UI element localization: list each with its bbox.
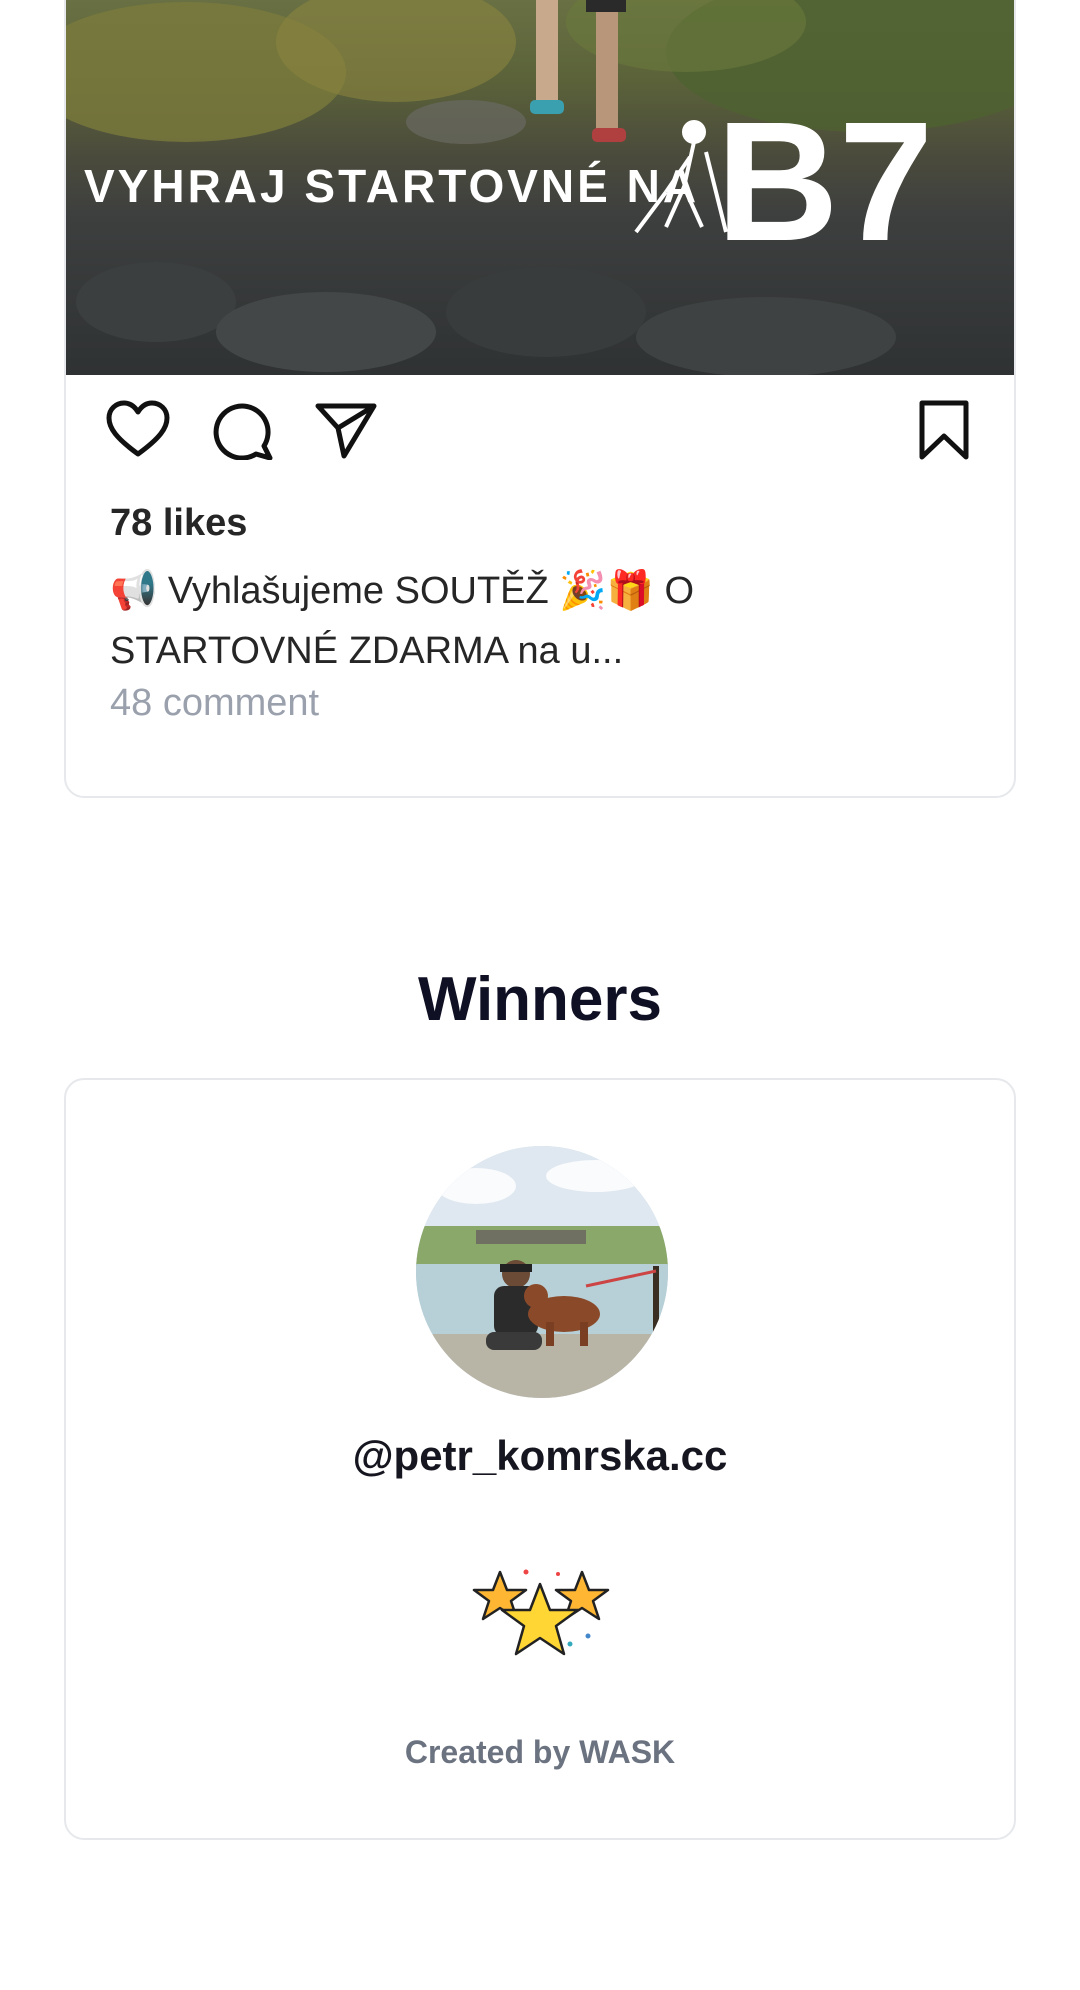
post-actions xyxy=(106,400,976,460)
winners-title: Winners xyxy=(417,965,663,1034)
avatar[interactable] xyxy=(416,1146,668,1398)
megaphone-emoji: 📢 xyxy=(110,568,158,612)
comments-link[interactable]: 48 comment xyxy=(110,682,319,725)
comment-icon[interactable] xyxy=(210,400,274,460)
post-card: VYHRAJ STARTOVNÉ NA B7 78 likes 📢 Vyhlaš… xyxy=(64,0,1016,798)
stars-icon xyxy=(470,1566,614,1676)
winner-handle[interactable]: @petr_komrska.cc xyxy=(66,1432,1014,1480)
post-image[interactable]: VYHRAJ STARTOVNÉ NA B7 xyxy=(66,0,1014,375)
winner-card: @petr_komrska.cc Created by WASK xyxy=(64,1078,1016,1840)
caption-text: Vyhlašujeme SOUTĚŽ 🎉🎁 O STARTOVNÉ ZDARMA… xyxy=(110,570,695,672)
post-image-logo: B7 xyxy=(716,87,933,277)
post-caption: 📢 Vyhlašujeme SOUTĚŽ 🎉🎁 O STARTOVNÉ ZDAR… xyxy=(110,560,930,681)
heart-icon[interactable] xyxy=(106,400,170,460)
page: VYHRAJ STARTOVNÉ NA B7 78 likes 📢 Vyhlaš… xyxy=(0,0,1080,1990)
created-by-label[interactable]: Created by WASK xyxy=(66,1734,1014,1771)
bookmark-icon[interactable] xyxy=(912,400,976,460)
likes-count: 78 likes xyxy=(110,502,248,544)
post-image-text: VYHRAJ STARTOVNÉ NA xyxy=(84,160,699,212)
share-icon[interactable] xyxy=(314,400,378,460)
